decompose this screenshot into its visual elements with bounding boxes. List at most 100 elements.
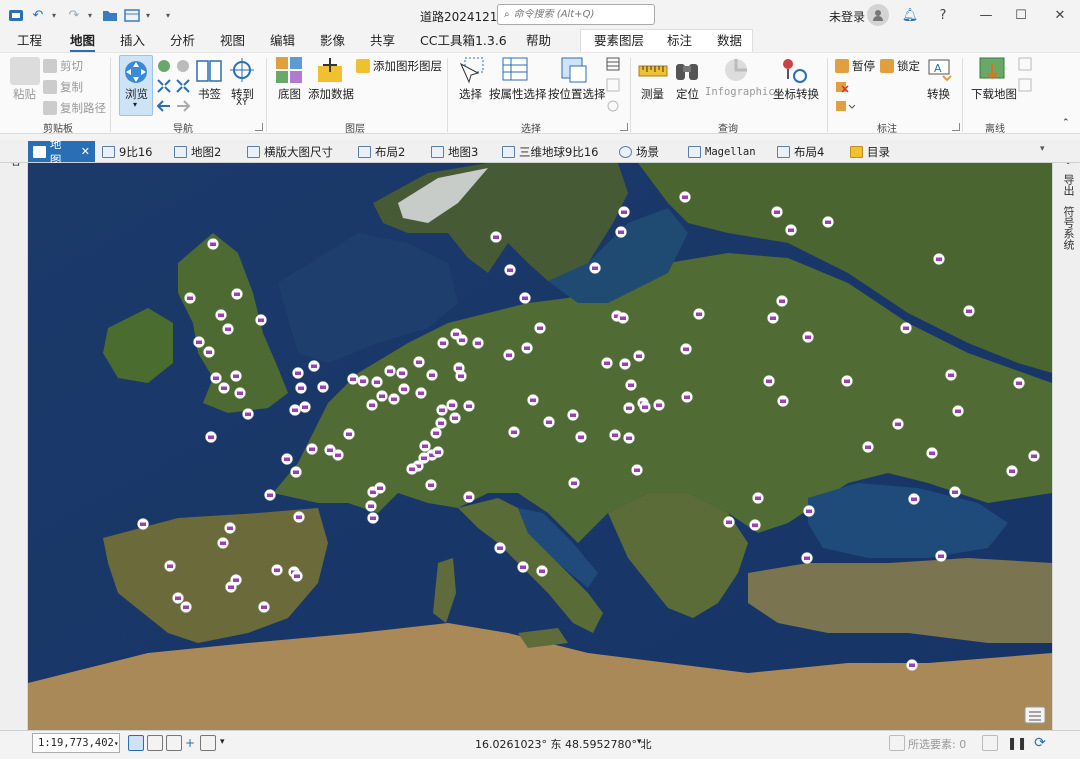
- view-tab-map3[interactable]: 地图3: [426, 141, 483, 162]
- feature-marker[interactable]: [963, 305, 975, 317]
- feature-marker[interactable]: [374, 482, 386, 494]
- chevron-down-icon[interactable]: ▾: [220, 737, 225, 747]
- select-icon[interactable]: [457, 56, 485, 84]
- feature-marker[interactable]: [415, 387, 427, 399]
- copy-path-button[interactable]: 复制路径: [43, 100, 106, 116]
- feature-marker[interactable]: [193, 336, 205, 348]
- feature-marker[interactable]: [456, 334, 468, 346]
- feature-marker[interactable]: [225, 581, 237, 593]
- feature-marker[interactable]: [625, 379, 637, 391]
- feature-marker[interactable]: [290, 466, 302, 478]
- close-icon[interactable]: ✕: [81, 145, 90, 158]
- feature-marker[interactable]: [292, 367, 304, 379]
- feature-marker[interactable]: [258, 601, 270, 613]
- feature-marker[interactable]: [601, 357, 613, 369]
- feature-marker[interactable]: [935, 550, 947, 562]
- feature-marker[interactable]: [841, 375, 853, 387]
- table-view-icon[interactable]: [147, 735, 163, 751]
- feature-marker[interactable]: [776, 295, 788, 307]
- feature-marker[interactable]: [945, 369, 957, 381]
- feature-marker[interactable]: [207, 238, 219, 250]
- feature-marker[interactable]: [295, 382, 307, 394]
- map-canvas[interactable]: [28, 163, 1052, 730]
- infographics-icon[interactable]: [722, 56, 750, 84]
- scale-selector[interactable]: 1:19,773,402 ▾: [32, 733, 120, 753]
- zoom-to-selection-icon[interactable]: [606, 99, 620, 113]
- grid-view-icon[interactable]: [128, 735, 144, 751]
- feature-marker[interactable]: [504, 264, 516, 276]
- cut-button[interactable]: 剪切: [43, 58, 83, 74]
- previous-extent-icon[interactable]: [156, 98, 172, 114]
- command-search-box[interactable]: ⌕: [497, 4, 655, 25]
- feature-marker[interactable]: [384, 365, 396, 377]
- feature-marker[interactable]: [343, 428, 355, 440]
- tab-analysis[interactable]: 分析: [170, 32, 195, 52]
- feature-marker[interactable]: [575, 431, 587, 443]
- feature-marker[interactable]: [426, 369, 438, 381]
- feature-marker[interactable]: [234, 387, 246, 399]
- feature-marker[interactable]: [218, 382, 230, 394]
- measure-icon[interactable]: [638, 60, 668, 82]
- select-by-attributes-icon[interactable]: [501, 56, 529, 84]
- feature-marker[interactable]: [785, 224, 797, 236]
- feature-marker[interactable]: [332, 449, 344, 461]
- feature-marker[interactable]: [299, 401, 311, 413]
- feature-marker[interactable]: [623, 402, 635, 414]
- feature-marker[interactable]: [281, 453, 293, 465]
- feature-marker[interactable]: [224, 522, 236, 534]
- feature-marker[interactable]: [371, 376, 383, 388]
- view-tab-landscape-size[interactable]: 横版大图尺寸: [242, 141, 338, 162]
- paste-icon[interactable]: [10, 57, 40, 85]
- zoom-full-extent-icon[interactable]: [156, 58, 172, 74]
- attributes-table-icon[interactable]: [606, 57, 620, 71]
- view-tab-magellan[interactable]: Magellan: [683, 141, 761, 162]
- feature-marker[interactable]: [952, 405, 964, 417]
- feature-marker[interactable]: [1013, 377, 1025, 389]
- feature-marker[interactable]: [463, 400, 475, 412]
- feature-marker[interactable]: [419, 440, 431, 452]
- next-extent-icon[interactable]: [175, 98, 191, 114]
- avatar[interactable]: [867, 4, 889, 26]
- feature-marker[interactable]: [317, 381, 329, 393]
- convert-button[interactable]: 转换: [927, 86, 950, 102]
- refresh-icon[interactable]: ⟳: [1032, 735, 1048, 751]
- feature-marker[interactable]: [291, 570, 303, 582]
- chevron-down-icon[interactable]: ▾: [52, 11, 60, 20]
- select-by-location-icon[interactable]: [560, 56, 588, 84]
- feature-marker[interactable]: [437, 337, 449, 349]
- feature-marker[interactable]: [949, 486, 961, 498]
- feature-marker[interactable]: [446, 399, 458, 411]
- tab-labeling[interactable]: 标注: [667, 32, 692, 52]
- cursor-position-icon[interactable]: +: [182, 735, 198, 751]
- feature-marker[interactable]: [164, 560, 176, 572]
- snapping-icon[interactable]: [166, 735, 182, 751]
- feature-marker[interactable]: [503, 349, 515, 361]
- clear-selection-icon[interactable]: [982, 735, 998, 751]
- minimize-icon[interactable]: —: [976, 5, 996, 25]
- feature-marker[interactable]: [543, 416, 555, 428]
- fixed-zoom-in-icon[interactable]: [156, 78, 172, 94]
- bookmarks-button[interactable]: 书签: [198, 86, 221, 102]
- tab-imagery[interactable]: 影像: [320, 32, 345, 52]
- feature-marker[interactable]: [137, 518, 149, 530]
- download-map-icon[interactable]: [978, 56, 1006, 84]
- feature-marker[interactable]: [376, 390, 388, 402]
- feature-marker[interactable]: [653, 399, 665, 411]
- feature-marker[interactable]: [435, 417, 447, 429]
- help-icon[interactable]: ?: [933, 5, 953, 25]
- feature-marker[interactable]: [289, 404, 301, 416]
- feature-marker[interactable]: [892, 418, 904, 430]
- open-folder-icon[interactable]: [102, 7, 118, 23]
- feature-marker[interactable]: [436, 404, 448, 416]
- feature-marker[interactable]: [1006, 465, 1018, 477]
- view-tab-layout2[interactable]: 布局2: [353, 141, 410, 162]
- feature-marker[interactable]: [617, 312, 629, 324]
- tab-project[interactable]: 工程: [17, 32, 42, 52]
- feature-marker[interactable]: [639, 401, 651, 413]
- select-by-attributes-button[interactable]: 按属性选择: [489, 86, 547, 102]
- measure-button[interactable]: 测量: [641, 86, 664, 102]
- feature-marker[interactable]: [472, 337, 484, 349]
- view-tab-map2[interactable]: 地图2: [169, 141, 226, 162]
- feature-marker[interactable]: [568, 477, 580, 489]
- feature-marker[interactable]: [308, 360, 320, 372]
